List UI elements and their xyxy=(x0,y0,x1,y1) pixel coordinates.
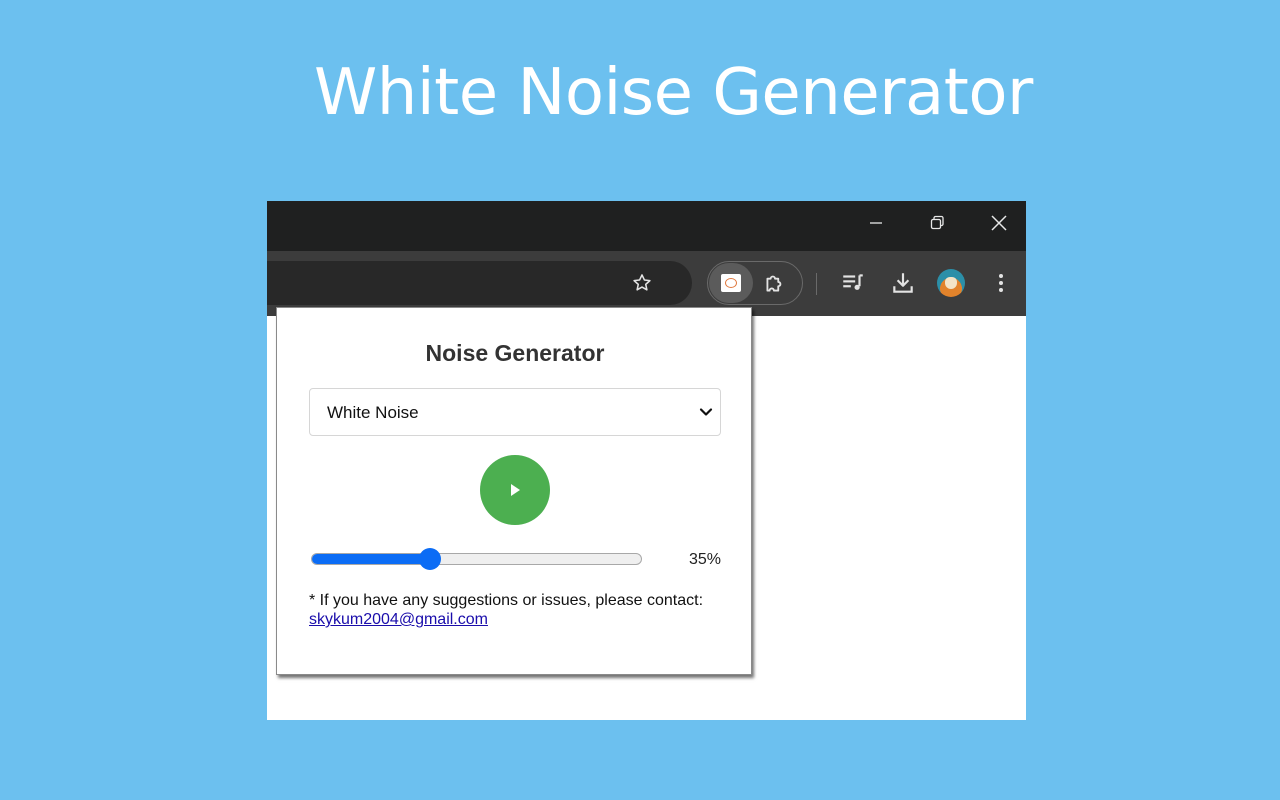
media-controls-icon xyxy=(843,274,863,290)
puzzle-icon xyxy=(766,275,782,292)
downloads-button[interactable] xyxy=(887,267,919,299)
browser-menu-button[interactable] xyxy=(985,267,1017,299)
volume-value: 35% xyxy=(688,551,721,568)
extension-popup: Noise Generator White Noise 35% * If you… xyxy=(276,307,752,675)
more-menu-icon xyxy=(999,274,1003,292)
volume-slider-fill xyxy=(312,554,432,564)
browser-titlebar xyxy=(267,201,1026,251)
noise-extension-button[interactable] xyxy=(709,263,753,303)
extensions-menu-button[interactable] xyxy=(760,269,790,297)
restore-icon xyxy=(930,215,944,230)
popup-title: Noise Generator xyxy=(425,340,605,366)
close-window-button[interactable] xyxy=(968,201,1026,245)
toolbar-divider xyxy=(816,273,817,295)
bookmark-star-button[interactable] xyxy=(629,270,655,296)
noise-type-select[interactable]: White Noise xyxy=(309,388,721,436)
volume-slider-thumb[interactable] xyxy=(419,548,442,570)
play-icon xyxy=(511,484,520,496)
minimize-button[interactable] xyxy=(845,201,907,245)
banner-title: White Noise Generator xyxy=(314,56,1033,130)
extensions-pill xyxy=(707,261,803,305)
star-icon xyxy=(633,274,651,291)
address-bar[interactable] xyxy=(267,261,692,305)
contact-email-link[interactable]: skykum2004@gmail.com xyxy=(309,610,488,629)
chevron-down-icon xyxy=(699,408,713,416)
minimize-icon xyxy=(870,222,882,224)
noise-type-value: White Noise xyxy=(327,403,419,422)
media-controls-button[interactable] xyxy=(837,267,869,299)
volume-slider-track xyxy=(311,553,642,565)
play-button[interactable] xyxy=(480,455,550,525)
contact-note: * If you have any suggestions or issues,… xyxy=(309,592,704,609)
restore-button[interactable] xyxy=(906,201,968,245)
profile-avatar[interactable] xyxy=(937,269,965,297)
volume-slider[interactable] xyxy=(311,548,642,570)
extension-icon xyxy=(721,274,741,292)
close-icon xyxy=(991,215,1007,231)
download-icon xyxy=(893,273,913,293)
